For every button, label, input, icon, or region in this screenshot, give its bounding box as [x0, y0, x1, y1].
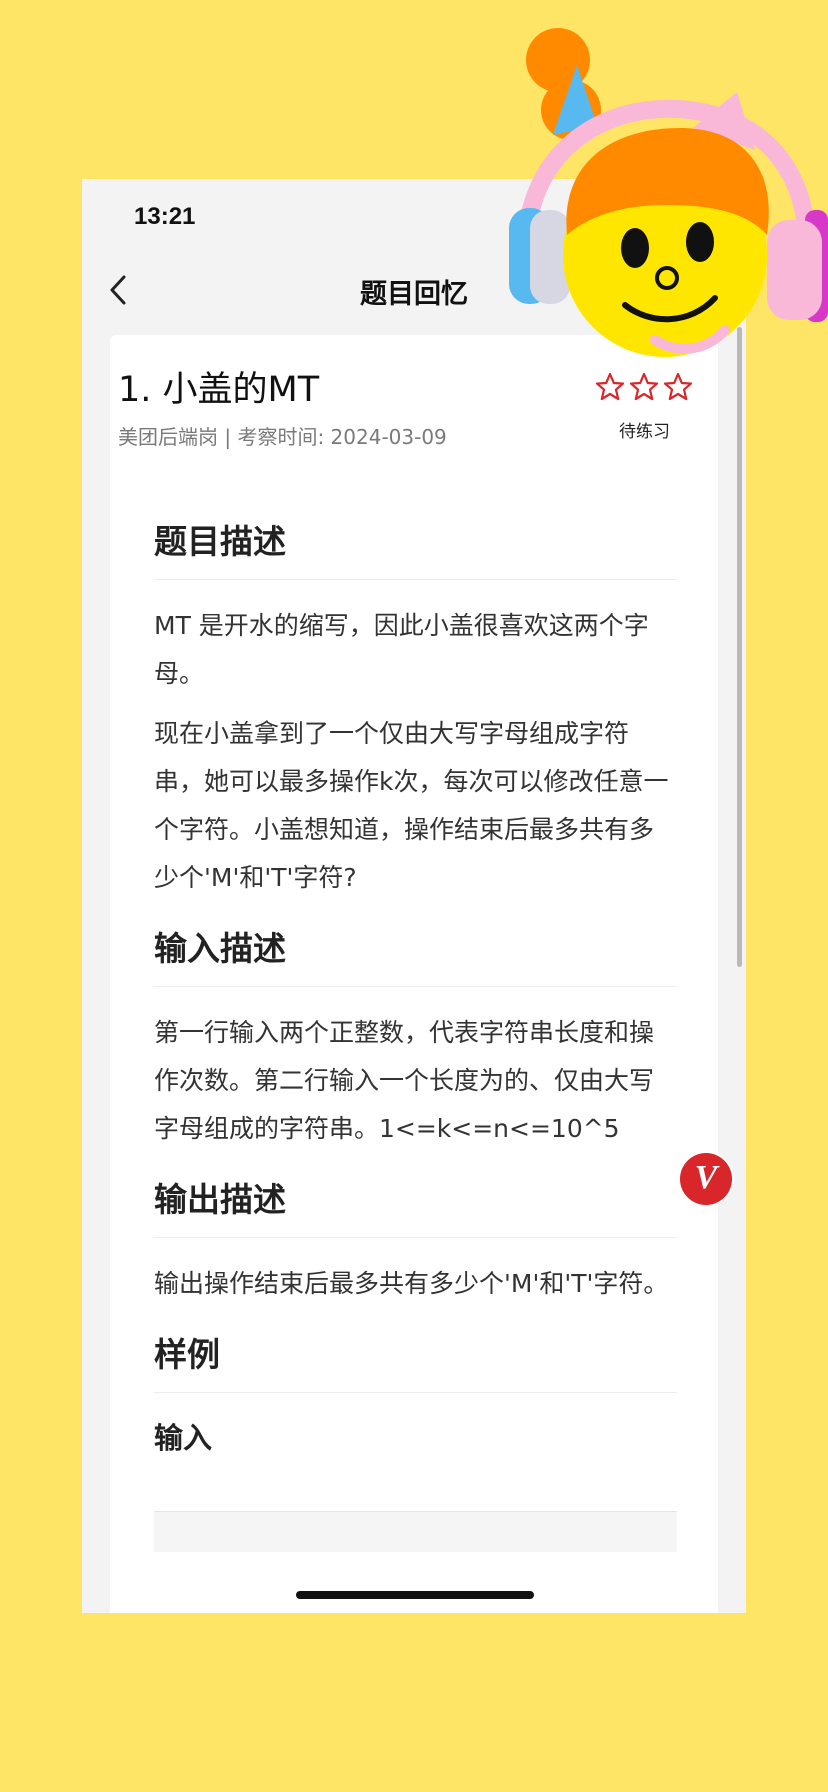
- input-heading: 输入描述: [154, 922, 677, 987]
- home-indicator[interactable]: [296, 1591, 534, 1599]
- question-card: 1. 小盖的MT 美团后端岗 | 考察时间: 2024-03-09 待练习 题目…: [110, 335, 718, 1613]
- star-icon[interactable]: [594, 371, 626, 403]
- difficulty-rating[interactable]: [594, 371, 696, 407]
- description-heading: 题目描述: [154, 515, 677, 580]
- star-icon[interactable]: [628, 371, 660, 403]
- question-meta: 美团后端岗 | 考察时间: 2024-03-09: [118, 425, 447, 449]
- question-content: 题目描述 MT 是开水的缩写，因此小盖很喜欢这两个字母。 现在小盖拿到了一个仅由…: [154, 515, 677, 1457]
- sample-input-box: [154, 1511, 677, 1552]
- mascot-sticker: [509, 28, 828, 357]
- description-paragraph: MT 是开水的缩写，因此小盖很喜欢这两个字母。: [154, 611, 649, 688]
- output-paragraph: 输出操作结束后最多共有多少个'M'和'T'字符。: [154, 1269, 669, 1298]
- star-icon[interactable]: [662, 371, 694, 403]
- sample-input-label: 输入: [154, 1421, 213, 1455]
- sample-heading: 样例: [154, 1328, 677, 1393]
- phone-screen: 13:21 题目回忆 1. 小盖的MT 美团后端岗 | 考察时间: 2024-0…: [82, 179, 746, 1613]
- description-paragraph: 现在小盖拿到了一个仅由大写字母组成字符串，她可以最多操作k次，每次可以修改任意一…: [154, 719, 669, 892]
- status-time: 13:21: [134, 203, 196, 230]
- input-paragraph: 第一行输入两个正整数，代表字符串长度和操作次数。第二行输入一个长度为的、仅由大写…: [154, 1018, 655, 1143]
- question-title: 1. 小盖的MT: [118, 370, 320, 410]
- practice-status: 待练习: [619, 422, 670, 442]
- v-badge-icon[interactable]: V: [680, 1153, 732, 1205]
- scrollbar[interactable]: [737, 327, 742, 967]
- output-heading: 输出描述: [154, 1173, 677, 1238]
